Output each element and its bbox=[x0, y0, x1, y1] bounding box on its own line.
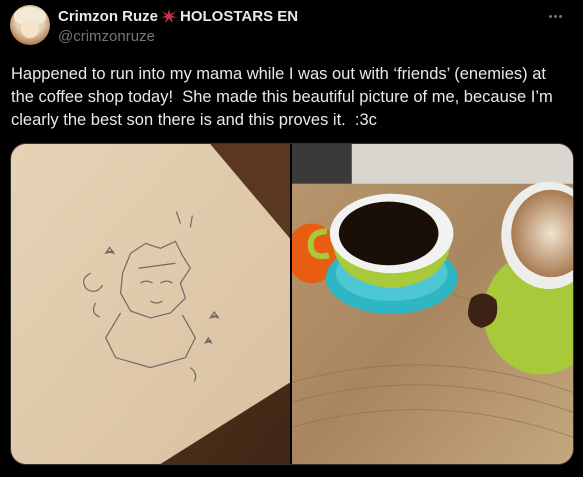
sketch-photo[interactable] bbox=[11, 144, 290, 464]
author-name-row[interactable]: Crimzon Ruze HOLOSTARS EN bbox=[58, 7, 298, 25]
display-name-suffix[interactable]: HOLOSTARS EN bbox=[180, 8, 298, 25]
tweet: Crimzon Ruze HOLOSTARS EN @crimzonruze H… bbox=[0, 0, 583, 477]
display-name[interactable]: Crimzon Ruze bbox=[58, 8, 158, 25]
avatar-face bbox=[21, 20, 39, 38]
coffee-photo[interactable] bbox=[292, 144, 573, 464]
avatar[interactable] bbox=[10, 5, 50, 45]
sketch-photo-image bbox=[11, 144, 290, 464]
more-options-icon[interactable] bbox=[543, 6, 567, 26]
author-handle[interactable]: @crimzonruze bbox=[58, 28, 155, 45]
crimson-sparkle-icon bbox=[160, 8, 178, 24]
coffee-photo-image bbox=[292, 144, 573, 464]
tweet-media[interactable] bbox=[10, 143, 574, 465]
tweet-text: Happened to run into my mama while I was… bbox=[11, 65, 558, 129]
